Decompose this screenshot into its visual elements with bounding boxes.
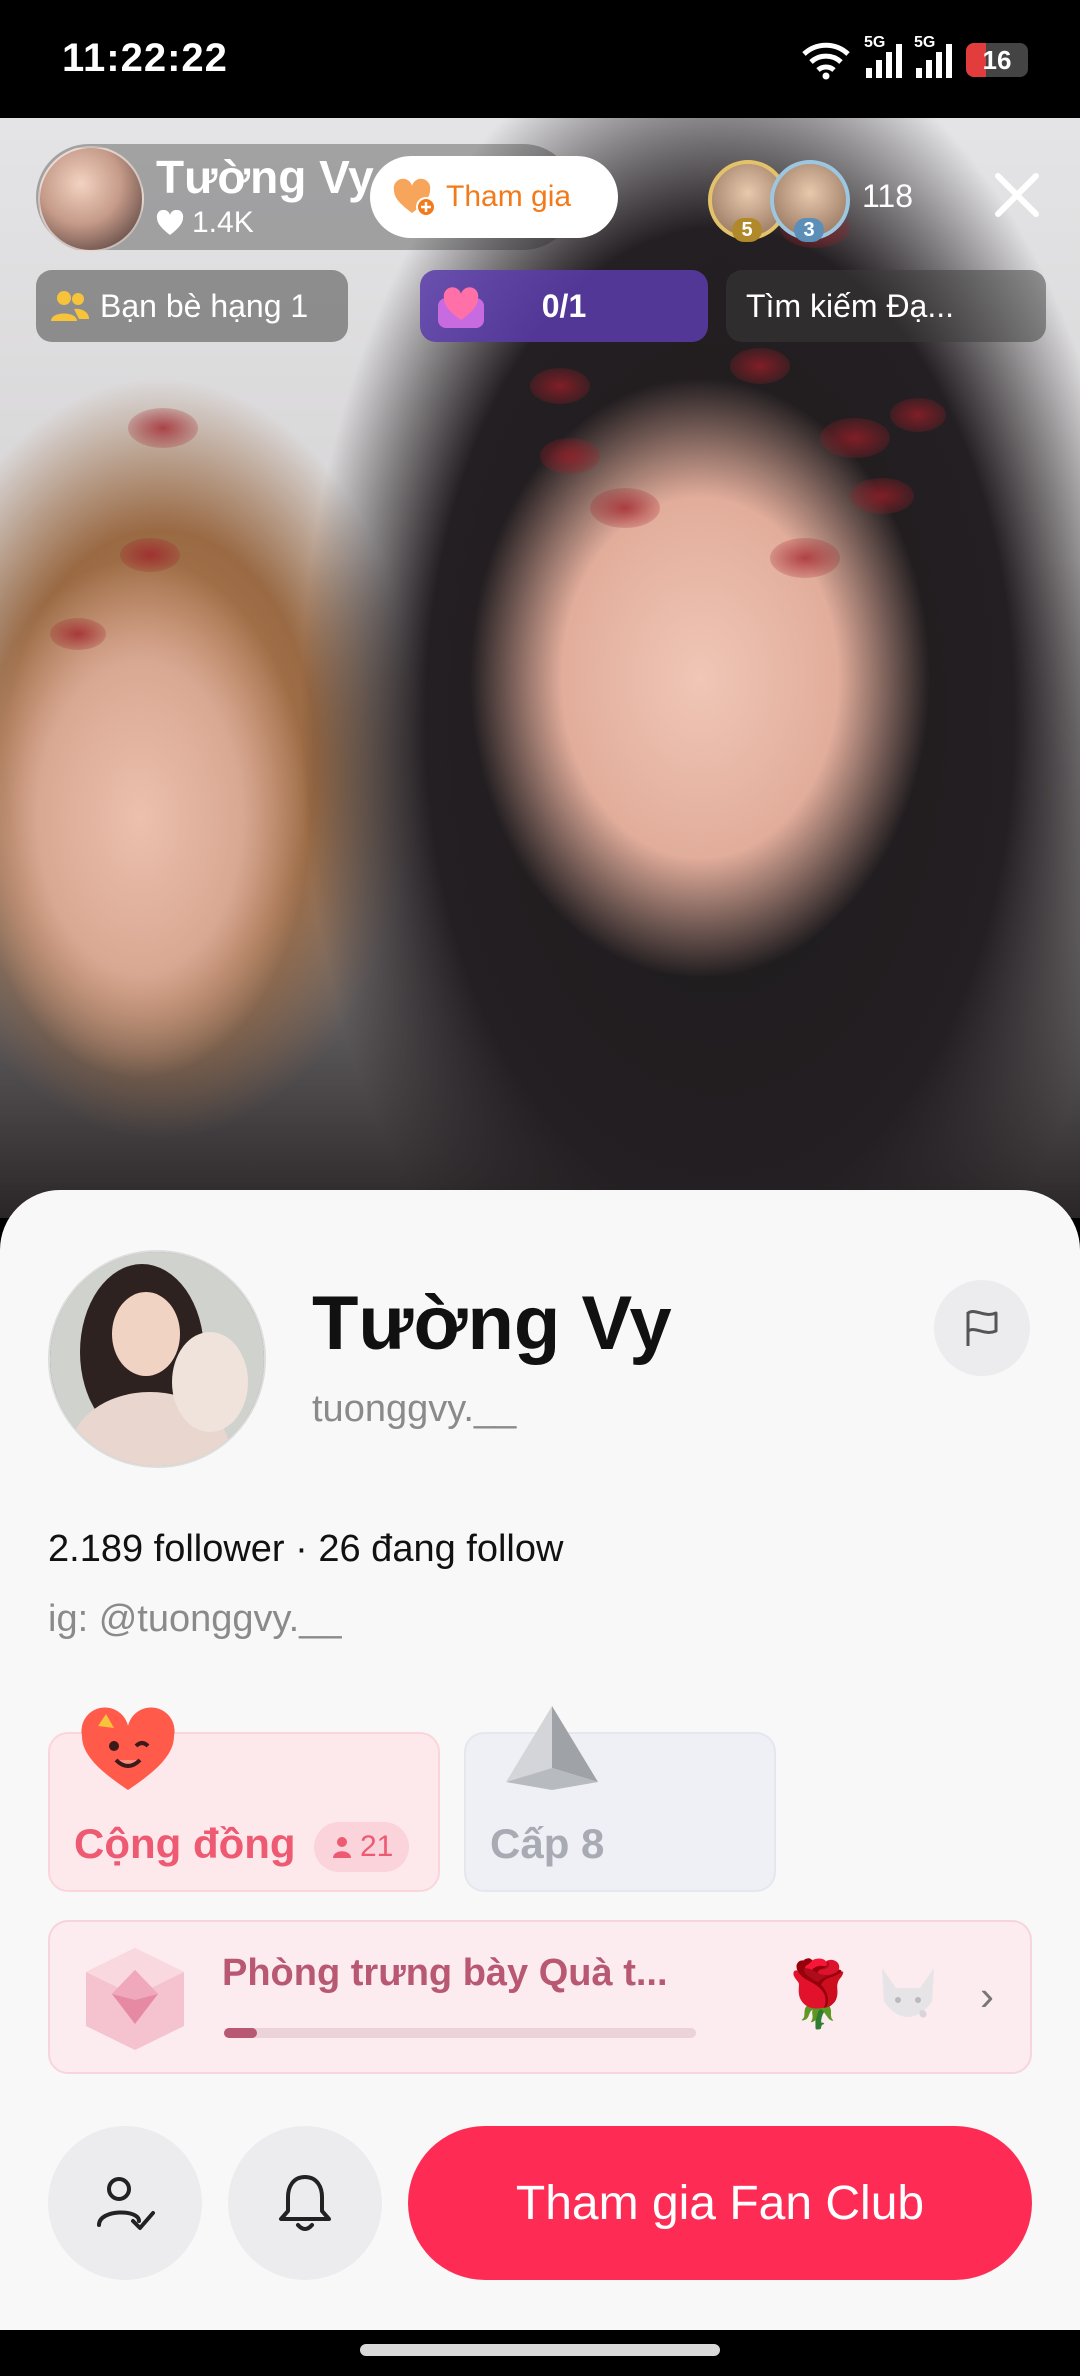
network-type-1: 5G <box>864 34 886 51</box>
join-label: Tham gia <box>446 180 572 213</box>
community-card[interactable]: Cộng đồng 21 <box>48 1707 440 1892</box>
community-label: Cộng đồng <box>74 1820 296 1867</box>
host-likes: 1.4K <box>156 206 254 240</box>
flag-icon <box>966 1310 998 1346</box>
community-count-badge: 21 <box>314 1822 410 1872</box>
pyramid-icon <box>506 1706 598 1790</box>
friends-rank-label: Bạn bè hạng 1 <box>100 287 309 324</box>
join-button[interactable]: Tham gia <box>370 156 618 238</box>
heart-box-icon <box>438 287 484 328</box>
profile-photo <box>50 1252 264 1466</box>
gem-box-icon <box>86 1948 184 2050</box>
host-avatar[interactable] <box>38 146 144 252</box>
heart-plus-icon <box>393 178 436 217</box>
heart-face-icon <box>81 1707 175 1790</box>
profile-bio: ig: @tuonggvy.__ <box>48 1598 342 1640</box>
chevron-right-icon: › <box>980 1972 994 2019</box>
follow-button[interactable] <box>48 2126 202 2280</box>
viewer-rank-badge: 3 <box>794 218 824 242</box>
friends-rank-chip[interactable]: Bạn bè hạng 1 <box>36 270 348 342</box>
status-time: 11:22:22 <box>62 36 228 80</box>
signal-icon: 5G <box>914 34 952 78</box>
viewer-count[interactable]: 118 <box>862 178 913 215</box>
home-indicator[interactable] <box>360 2344 720 2356</box>
wifi-icon <box>802 42 850 80</box>
goal-progress-label: 0/1 <box>541 287 587 324</box>
heart-icon <box>156 210 184 235</box>
host-name: Tường Vy <box>156 151 374 203</box>
profile-handle: tuonggvy.__ <box>312 1388 517 1430</box>
status-icons: 5G 5G 16 <box>800 34 1028 80</box>
notification-button[interactable] <box>228 2126 382 2280</box>
gift-gallery-title: Phòng trưng bày Quà t... <box>222 1952 668 1994</box>
report-button[interactable] <box>934 1280 1030 1376</box>
follow-check-icon <box>97 2177 155 2230</box>
gift-gallery-progress-fill <box>224 2028 258 2038</box>
join-fan-club-button[interactable]: Tham gia Fan Club <box>408 2126 1032 2280</box>
viewer-rank-badge: 5 <box>732 218 762 242</box>
fox-gift-icon <box>882 1968 934 2018</box>
bell-icon <box>279 2175 331 2231</box>
search-chip-label: Tìm kiếm Đạ... <box>746 287 955 324</box>
friends-icon <box>51 291 89 321</box>
level-card[interactable]: Cấp 8 <box>464 1706 776 1892</box>
close-icon[interactable] <box>990 168 1044 222</box>
level-label: Cấp 8 <box>490 1820 605 1867</box>
rose-gift-icon: 🌹 <box>778 1958 858 2030</box>
battery-icon: 16 <box>966 43 1028 77</box>
signal-icon: 5G <box>864 34 902 78</box>
gift-gallery-progress <box>224 2028 696 2038</box>
host-likes-count: 1.4K <box>192 206 254 239</box>
battery-level: 16 <box>982 44 1012 75</box>
profile-name: Tường Vy <box>312 1281 672 1366</box>
goal-progress-chip[interactable]: 0/1 <box>420 270 708 342</box>
gift-gallery-card[interactable]: Phòng trưng bày Quà t... 🌹 › <box>48 1920 1032 2074</box>
community-count: 21 <box>360 1830 394 1863</box>
network-type-2: 5G <box>914 34 936 51</box>
top-viewer-avatar[interactable]: 3 <box>770 160 850 242</box>
person-icon <box>333 1837 351 1858</box>
follow-stats[interactable]: 2.189 follower · 26 đang follow <box>48 1528 563 1571</box>
profile-avatar[interactable] <box>48 1250 266 1468</box>
status-bar: 11:22:22 5G 5G 16 <box>0 0 1080 118</box>
search-chip[interactable]: Tìm kiếm Đạ... <box>726 270 1046 342</box>
